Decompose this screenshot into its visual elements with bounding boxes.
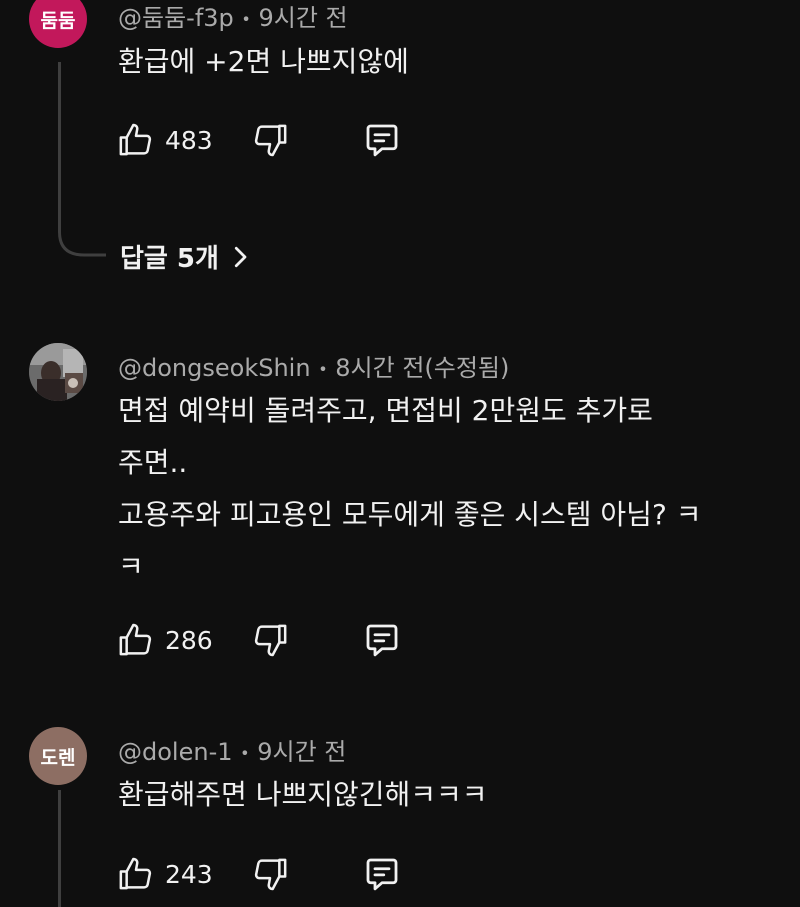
comment-line: 환급에 +2면 나쁘지않에 (118, 45, 409, 78)
avatar[interactable]: 둠둠 (29, 0, 87, 48)
reply-button[interactable] (361, 853, 403, 895)
avatar[interactable]: 도렌 (29, 727, 87, 785)
reply-button[interactable] (361, 119, 403, 161)
reply-button[interactable] (361, 619, 403, 661)
thumbs-up-icon (119, 857, 152, 890)
avatar-initials: 둠둠 (40, 9, 76, 32)
like-count: 286 (165, 625, 213, 655)
reply-thread-line (58, 62, 61, 227)
thumbs-down-icon (254, 858, 287, 891)
comment-line: 환급해주면 나쁘지않긴해ㅋㅋㅋ (118, 778, 488, 811)
comment-time[interactable]: 9시간 전 (257, 738, 346, 766)
thumbs-up-icon (119, 623, 152, 656)
comment-meta: @dongseokShin • 8시간 전(수정됨) (118, 348, 509, 383)
comment-meta: @둠둠-f3p • 9시간 전 (118, 0, 348, 33)
comment-line: 고용주와 피고용인 모두에게 좋은 시스템 아님? ㅋ (118, 498, 702, 531)
comment-text: 면접 예약비 돌려주고, 면접비 2만원도 추가로 주면.. 고용주와 피고용인… (118, 385, 701, 593)
like-button[interactable]: 483 (115, 120, 213, 160)
thumbs-down-icon (254, 124, 287, 157)
comment-text: 환급해주면 나쁘지않긴해ㅋㅋㅋ (118, 769, 488, 821)
dislike-button[interactable] (251, 854, 291, 894)
comment-line: ㅋ (118, 550, 144, 583)
comment-icon (366, 124, 398, 157)
like-button[interactable]: 286 (115, 620, 213, 660)
comment-actions: 243 (115, 852, 403, 896)
dislike-button[interactable] (251, 120, 291, 160)
comment-line: 면접 예약비 돌려주고, 면접비 2만원도 추가로 (118, 394, 653, 427)
meta-separator: • (241, 9, 251, 29)
replies-label: 답글 5개 (120, 244, 219, 274)
like-count: 243 (165, 859, 213, 889)
like-button[interactable]: 243 (115, 854, 213, 894)
profile-photo (29, 343, 87, 401)
comment-line: 주면.. (118, 446, 188, 479)
like-count: 483 (165, 125, 213, 155)
thumbs-down-icon (254, 624, 287, 657)
comment-actions: 483 (115, 118, 403, 162)
comment-text: 환급에 +2면 나쁘지않에 (118, 36, 409, 88)
comment-icon (366, 624, 398, 657)
meta-separator: • (240, 743, 250, 763)
comment-meta: @dolen-1 • 9시간 전 (118, 732, 346, 767)
comment-author[interactable]: @둠둠-f3p (118, 4, 234, 32)
comment-author[interactable]: @dongseokShin (118, 354, 311, 382)
dislike-button[interactable] (251, 620, 291, 660)
reply-thread-curve (58, 222, 106, 257)
avatar-photo[interactable] (29, 343, 87, 401)
comment-actions: 286 (115, 618, 403, 662)
comment-icon (366, 858, 398, 891)
reply-thread-line (58, 790, 61, 907)
comment-time[interactable]: 8시간 전(수정됨) (335, 354, 509, 382)
view-replies-button[interactable]: 답글 5개 (120, 238, 255, 275)
avatar-initials: 도렌 (40, 746, 76, 769)
thumbs-up-icon (119, 123, 152, 156)
chevron-right-icon (234, 246, 247, 267)
meta-separator: • (318, 359, 328, 379)
comment-time[interactable]: 9시간 전 (259, 4, 348, 32)
comment-author[interactable]: @dolen-1 (118, 738, 233, 766)
